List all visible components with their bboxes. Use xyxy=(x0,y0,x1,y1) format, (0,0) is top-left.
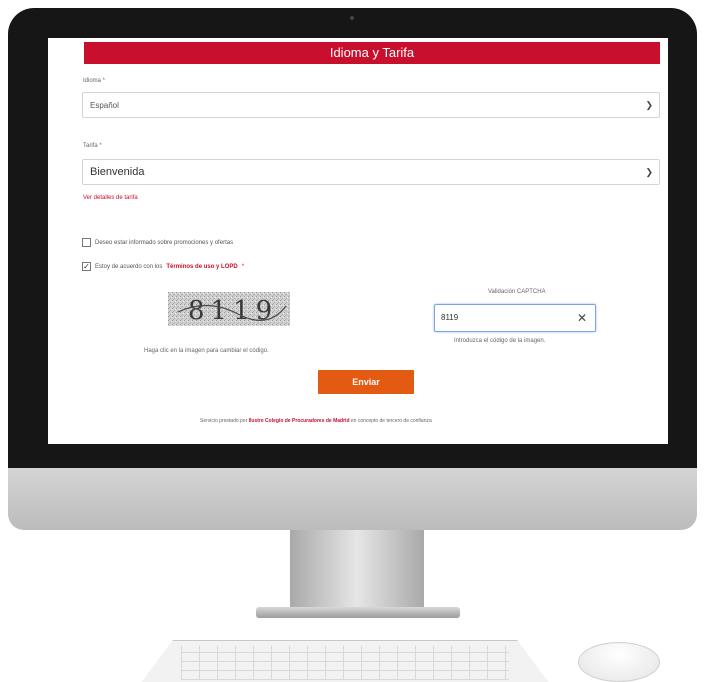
tariff-details-link[interactable]: Ver detalles de tarifa xyxy=(83,195,138,201)
mouse xyxy=(578,642,660,682)
promo-checkbox[interactable] xyxy=(82,238,91,247)
tariff-label: Tarifa * xyxy=(83,143,102,149)
footer-org-link[interactable]: Ilustre Colegio de Procuradores de Madri… xyxy=(249,418,350,424)
chevron-down-icon: ❯ xyxy=(645,100,653,110)
terms-required-mark: * xyxy=(241,263,245,270)
captcha-input-value: 8119 xyxy=(441,313,459,322)
captcha-noise: 8119 xyxy=(168,292,290,326)
section-header: Idioma y Tarifa xyxy=(84,42,660,64)
promo-consent-row: Deseo estar informado sobre promociones … xyxy=(82,238,233,247)
webcam-icon xyxy=(350,16,354,20)
language-select[interactable]: Español ❯ xyxy=(82,92,660,118)
tariff-selected-value: Bienvenida xyxy=(90,166,145,178)
promo-checkbox-label: Deseo estar informado sobre promociones … xyxy=(95,239,234,246)
monitor-chin xyxy=(8,468,697,530)
terms-checkbox[interactable]: ✓ xyxy=(82,262,91,271)
captcha-input[interactable]: 8119 ✕ xyxy=(434,304,596,332)
send-button[interactable]: Enviar xyxy=(318,370,414,394)
screen: Idioma y Tarifa Idioma * Español ❯ Tarif… xyxy=(48,38,668,444)
chevron-down-icon: ❯ xyxy=(645,167,653,177)
language-label: Idioma * xyxy=(83,78,106,84)
captcha-hint: Haga clic en la imagen para cambiar el c… xyxy=(144,348,269,354)
terms-prefix-label: Estoy de acuerdo con los xyxy=(95,263,163,270)
checkmark-icon: ✓ xyxy=(83,262,90,271)
captcha-subtext: Introduzca el código de la imagen. xyxy=(454,338,546,344)
terms-link[interactable]: Términos de uso y LOPD xyxy=(166,264,237,270)
language-selected-value: Español xyxy=(90,101,119,110)
monitor-stand-neck xyxy=(290,530,424,610)
monitor-stand-foot xyxy=(256,607,460,618)
terms-consent-row: ✓ Estoy de acuerdo con los Términos de u… xyxy=(82,262,244,271)
footer-prefix: Servicio prestado por xyxy=(200,418,249,424)
footer-note: Servicio prestado por Ilustre Colegio de… xyxy=(200,418,432,424)
close-icon[interactable]: ✕ xyxy=(577,305,587,331)
tariff-select[interactable]: Bienvenida ❯ xyxy=(82,159,660,185)
footer-suffix: en concepto de tercero de confianza xyxy=(349,418,432,424)
captcha-title: Validación CAPTCHA xyxy=(488,289,546,295)
keyboard-keys xyxy=(181,646,509,680)
captcha-image[interactable]: 8119 xyxy=(168,292,290,326)
keyboard xyxy=(140,640,550,682)
